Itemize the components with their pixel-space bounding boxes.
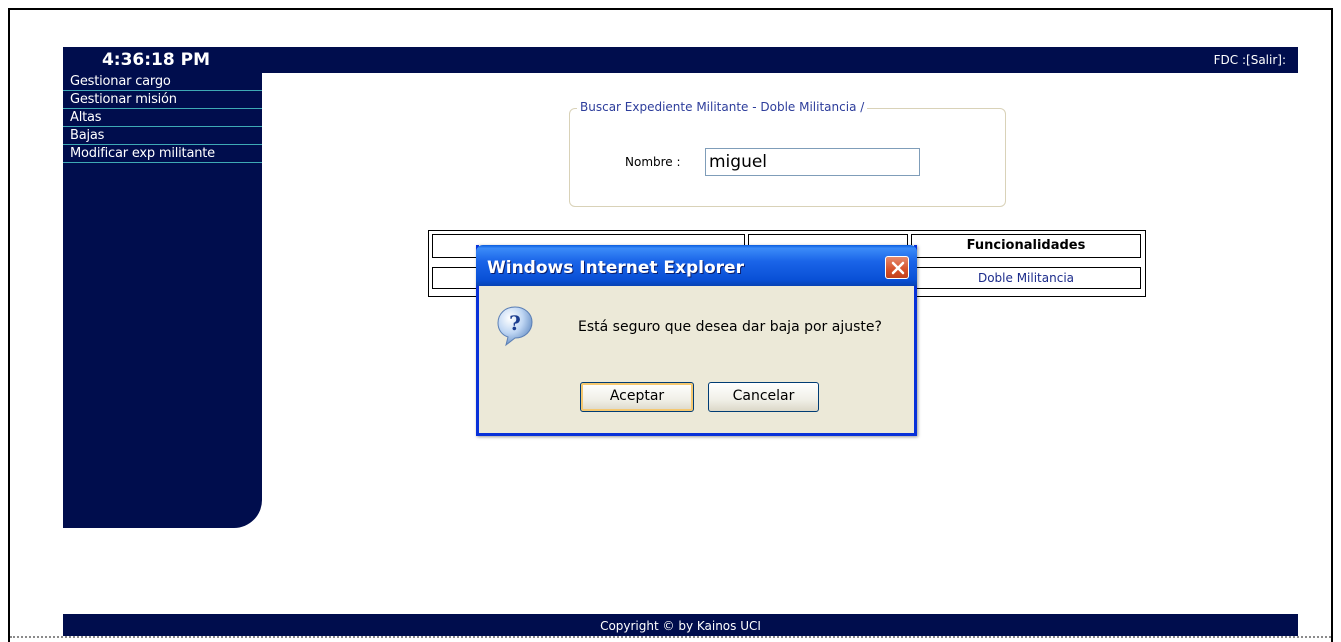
dialog-titlebar[interactable]: Windows Internet Explorer	[476, 245, 917, 286]
svg-text:?: ?	[509, 311, 521, 335]
nombre-label: Nombre :	[625, 155, 681, 169]
top-bar: 4:36:18 PM FDC :[Salir]:	[63, 47, 1298, 73]
close-button[interactable]	[885, 256, 909, 279]
close-icon	[891, 261, 905, 275]
cancel-button[interactable]: Cancelar	[708, 382, 819, 412]
dialog-title: Windows Internet Explorer	[487, 258, 744, 278]
clock: 4:36:18 PM	[101, 50, 211, 70]
sidebar-item-altas[interactable]: Altas	[63, 109, 262, 127]
nombre-input[interactable]	[705, 148, 920, 176]
sidebar: Gestionar cargo Gestionar misión Altas B…	[63, 73, 262, 528]
sidebar-item-gestionar-cargo[interactable]: Gestionar cargo	[63, 73, 262, 91]
search-fieldset: Buscar Expediente Militante - Doble Mili…	[569, 100, 1006, 207]
search-legend: Buscar Expediente Militante - Doble Mili…	[577, 100, 868, 114]
sidebar-item-modificar-exp-militante[interactable]: Modificar exp militante	[63, 145, 262, 163]
user-logout-link[interactable]: FDC :[Salir]:	[1214, 53, 1286, 67]
doble-militancia-link[interactable]: Doble Militancia	[911, 267, 1141, 289]
accept-button[interactable]: Aceptar	[580, 382, 694, 412]
bottom-divider	[10, 636, 1331, 639]
question-icon: ?	[497, 306, 533, 347]
funcionalidades-header: Funcionalidades	[911, 234, 1141, 258]
footer: Copyright © by Kainos UCI	[63, 614, 1298, 636]
sidebar-item-bajas[interactable]: Bajas	[63, 127, 262, 145]
dialog-body: ? Está seguro que desea dar baja por aju…	[479, 286, 914, 433]
sidebar-item-gestionar-mision[interactable]: Gestionar misión	[63, 91, 262, 109]
confirm-dialog: Windows Internet Explorer ? Está seguro …	[476, 245, 917, 436]
dialog-message: Está seguro que desea dar baja por ajust…	[578, 319, 882, 335]
